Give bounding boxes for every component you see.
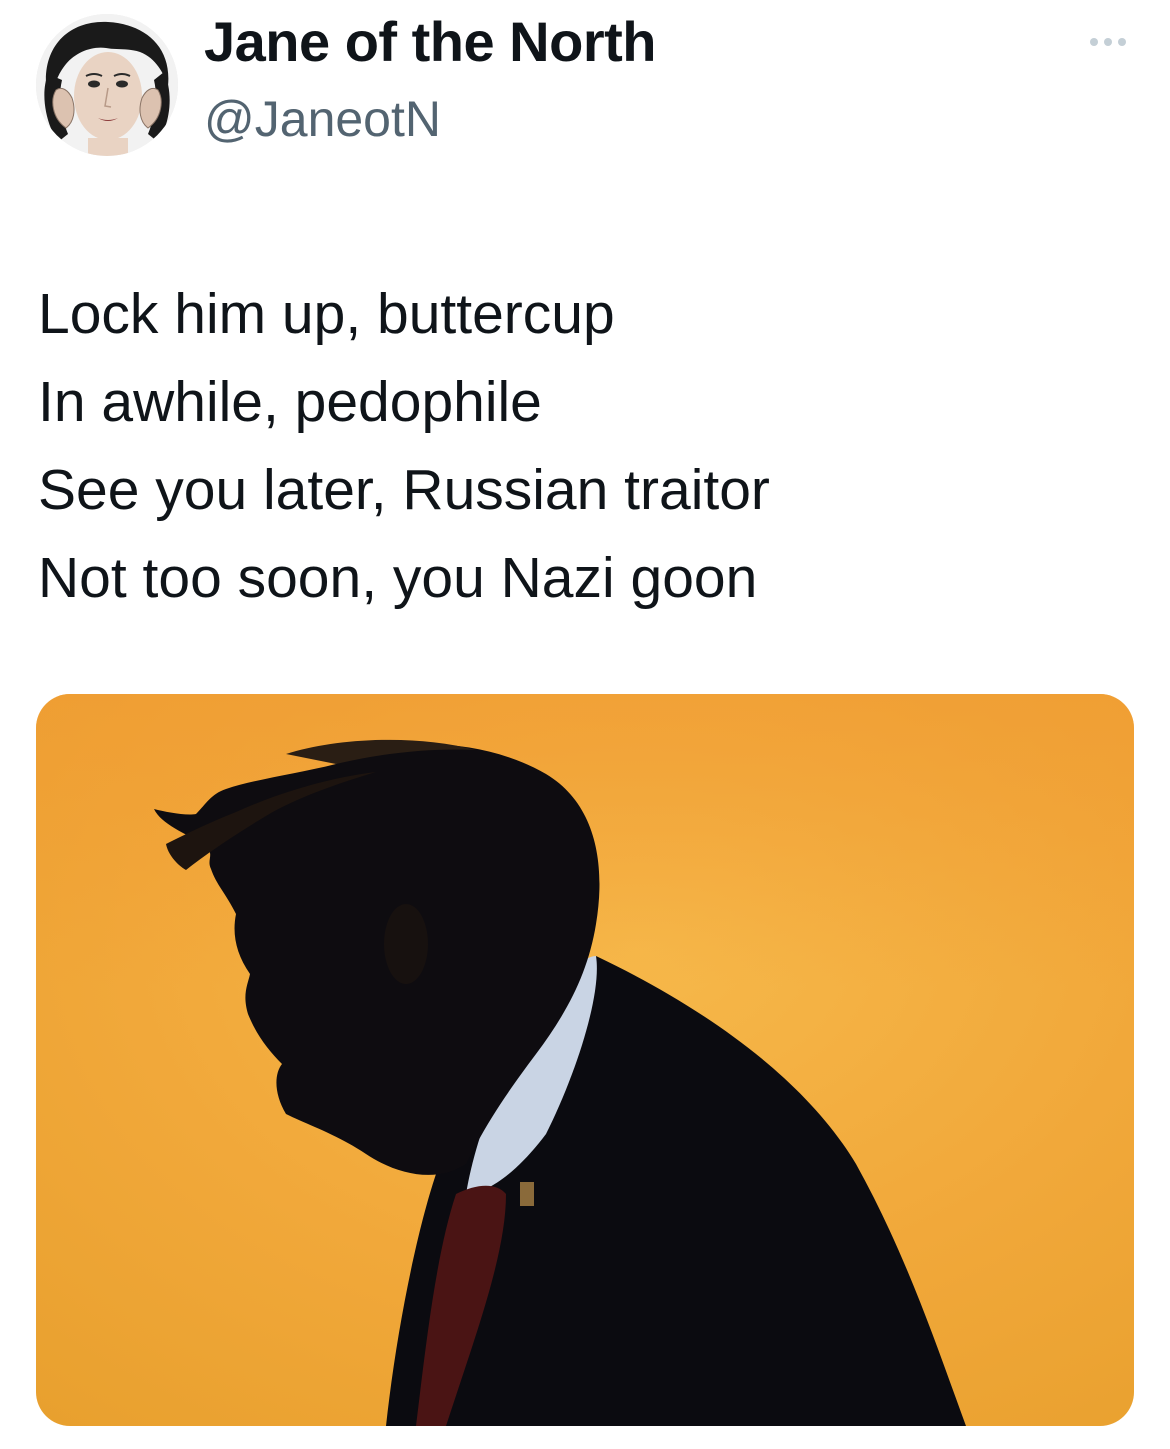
more-dots-icon <box>1090 38 1126 46</box>
silhouette-photo-icon <box>36 694 1134 1426</box>
tweet-media-photo[interactable] <box>36 694 1134 1426</box>
tweet-text-line: In awhile, pedophile <box>38 370 542 434</box>
avatar-photo-icon <box>36 14 178 156</box>
more-options-button[interactable] <box>1080 22 1136 62</box>
display-name[interactable]: Jane of the North <box>204 10 656 74</box>
user-handle[interactable]: @JaneotN <box>204 88 441 150</box>
avatar[interactable] <box>36 14 178 156</box>
tweet-text-line: Not too soon, you Nazi goon <box>38 546 758 610</box>
tweet-text: Lock him up, buttercup In awhile, pedoph… <box>38 270 1128 622</box>
tweet-text-line: Lock him up, buttercup <box>38 282 615 346</box>
tweet-text-line: See you later, Russian traitor <box>38 458 770 522</box>
tweet: Jane of the North @JaneotN Lock him up, … <box>0 0 1170 1449</box>
